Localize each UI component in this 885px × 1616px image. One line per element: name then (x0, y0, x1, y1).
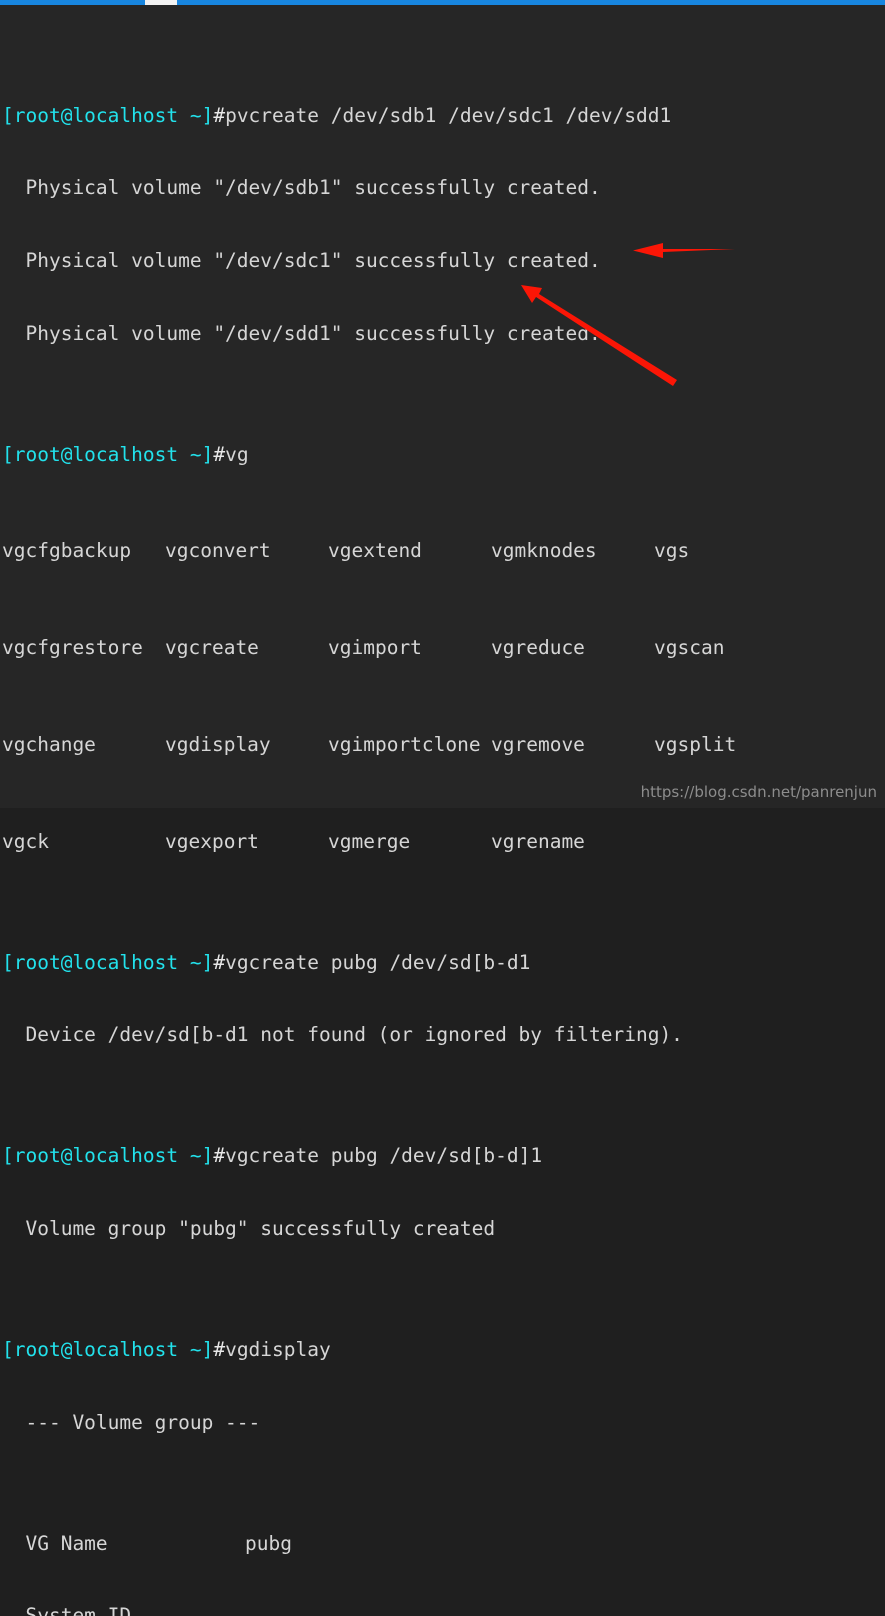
completion-item: vgcfgbackup (2, 539, 132, 563)
completion-item: vgmerge (328, 829, 411, 853)
prompt-symbol: # (213, 1144, 226, 1168)
completion-item: vgmknodes (491, 539, 597, 563)
terminal-command-line: [root@localhost ~]#vgcreate pubg /dev/sd… (2, 951, 885, 975)
shell-prompt: [root@localhost ~] (2, 442, 214, 466)
prompt-symbol: # (213, 950, 226, 974)
completion-item: vgextend (328, 539, 422, 563)
terminal-command-line: [root@localhost ~]#vgdisplay (2, 1338, 885, 1362)
command-text: pvcreate /dev/sdb1 /dev/sdc1 /dev/sdd1 (225, 103, 672, 127)
terminal-output-line: Physical volume "/dev/sdc1" successfully… (2, 249, 601, 272)
completion-item: vgsplit (654, 732, 737, 756)
completion-item: vgck (2, 829, 49, 853)
prompt-symbol: # (213, 103, 226, 127)
command-text: vgcreate pubg /dev/sd[b-d1 (225, 950, 531, 974)
shell-prompt: [root@localhost ~] (2, 1337, 214, 1361)
terminal-error-line: Device /dev/sd[b-d1 not found (or ignore… (2, 1023, 683, 1047)
completion-item: vgscan (654, 636, 725, 660)
completion-item: vgreduce (491, 636, 585, 660)
completion-item: vgdisplay (165, 732, 271, 756)
completion-item: vgcfgrestore (2, 636, 143, 660)
completion-item: vgimport (328, 636, 422, 660)
command-text: vg (225, 442, 249, 466)
completion-item: vgremove (491, 732, 585, 756)
prompt-symbol: # (213, 442, 226, 466)
field-key: VG Name (2, 1531, 108, 1555)
completion-item: vgimportclone (328, 732, 481, 756)
completion-item: vgconvert (165, 539, 271, 563)
field-value: pubg (245, 1531, 292, 1555)
vgdisplay-field: System ID (2, 1604, 885, 1616)
blog-watermark: https://blog.csdn.net/panrenjun (640, 783, 877, 801)
prompt-symbol: # (213, 1337, 226, 1361)
completion-row: vgchange vgdisplay vgimportclone vgremove vg… (2, 733, 885, 757)
terminal-command-line: [root@localhost ~]#vg (2, 443, 885, 467)
completion-row: vgcfgbackup vgconvert vgextend vgmknodes vgs (2, 539, 885, 563)
shell-prompt: [root@localhost ~] (2, 1144, 214, 1168)
terminal-output-line: Physical volume "/dev/sdb1" successfully… (2, 176, 601, 200)
completion-row: vgck vgexport vgmerge vgrename (2, 830, 885, 854)
terminal-command-line: [root@localhost ~]#pvcreate /dev/sdb1 /d… (2, 104, 885, 128)
shell-prompt: [root@localhost ~] (2, 103, 214, 127)
field-key: System ID (2, 1604, 132, 1616)
terminal-output-line: Volume group "pubg" successfully created (2, 1216, 496, 1240)
completion-item: vgrename (491, 829, 585, 853)
terminal-output-area[interactable]: [root@localhost ~]#pvcreate /dev/sdb1 /d… (0, 5, 885, 1616)
command-text: vgdisplay (225, 1337, 331, 1361)
completion-item: vgexport (165, 829, 259, 853)
completion-item: vgs (654, 539, 690, 563)
terminal-command-line: [root@localhost ~]#vgcreate pubg /dev/sd… (2, 1144, 885, 1168)
terminal-output-line: Physical volume "/dev/sdd1" successfully… (2, 321, 601, 345)
completion-row: vgcfgrestore vgcreate vgimport vgreduce vgsc… (2, 636, 885, 660)
shell-prompt: [root@localhost ~] (2, 950, 214, 974)
vgdisplay-field: VG Name pubg (2, 1532, 885, 1556)
completion-item: vgcreate (165, 636, 259, 660)
completion-item: vgchange (2, 732, 96, 756)
command-text: vgcreate pubg /dev/sd[b-d]1 (225, 1144, 543, 1168)
terminal-output-line: --- Volume group --- (2, 1410, 261, 1434)
